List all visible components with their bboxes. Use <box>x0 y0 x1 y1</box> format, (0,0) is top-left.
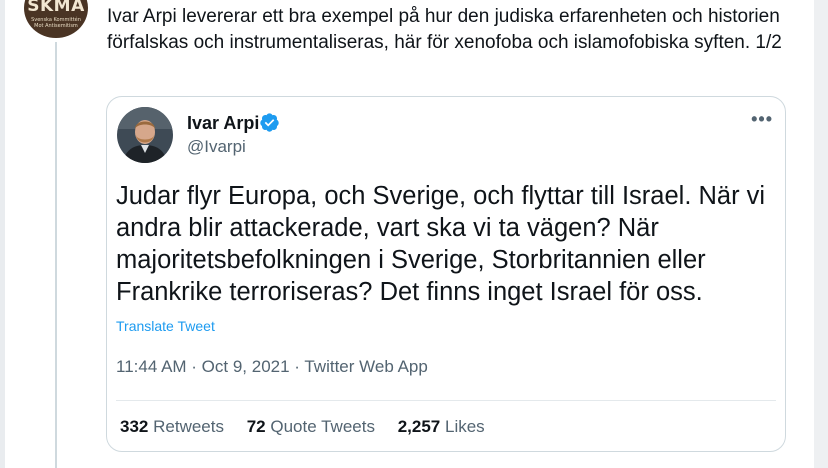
stats-divider <box>116 400 776 401</box>
likes-stat[interactable]: 2,257 Likes <box>398 417 485 436</box>
verified-badge-icon <box>260 113 279 132</box>
retweets-label: Retweets <box>153 417 224 436</box>
skma-avatar[interactable]: SKMA Svenska Kommittén Mot Antisemitism <box>24 0 88 38</box>
quoted-author-avatar[interactable] <box>117 107 173 163</box>
likes-label: Likes <box>444 417 485 436</box>
window-right-edge <box>814 0 828 468</box>
tweet-timestamp[interactable]: 11:44 AM · Oct 9, 2021 · Twitter Web App <box>116 357 428 377</box>
retweets-count: 332 <box>120 417 149 436</box>
thread-line <box>55 42 57 468</box>
quoted-author-handle[interactable]: @Ivarpi <box>187 137 246 157</box>
more-icon[interactable]: ••• <box>751 109 773 130</box>
quote-tweets-stat[interactable]: 72 Quote Tweets <box>247 417 375 436</box>
skma-avatar-subtext-2: Mot Antisemitism <box>34 23 78 29</box>
quote-tweets-label: Quote Tweets <box>270 417 375 436</box>
quoted-author-name[interactable]: Ivar Arpi <box>187 113 259 134</box>
skma-avatar-text: SKMA <box>27 0 85 16</box>
likes-count: 2,257 <box>397 417 441 436</box>
retweets-stat[interactable]: 332 Retweets <box>120 417 224 436</box>
post-text: Ivar Arpi levererar ett bra exempel på h… <box>107 6 782 53</box>
window-left-edge <box>0 0 5 468</box>
translate-tweet-link[interactable]: Translate Tweet <box>116 318 215 334</box>
tweet-stats: 332 Retweets 72 Quote Tweets 2,257 Likes <box>120 417 503 437</box>
quoted-tweet-card[interactable]: Ivar Arpi @Ivarpi ••• Judar flyr Europa,… <box>106 96 786 452</box>
quote-tweets-count: 72 <box>246 417 266 436</box>
quoted-tweet-body: Judar flyr Europa, och Sverige, och flyt… <box>116 182 766 306</box>
